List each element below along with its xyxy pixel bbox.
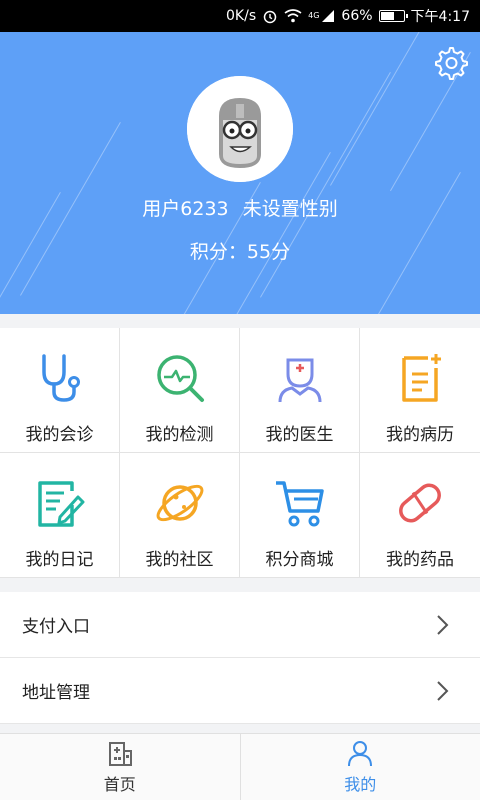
clock: 下午4:17: [410, 9, 470, 25]
status-bar: 0K/s 4G 66% 下午4:17: [0, 0, 480, 32]
alarm-icon: [262, 8, 278, 24]
grid-item-community[interactable]: 我的社区: [120, 453, 240, 578]
diary-icon: [37, 481, 84, 527]
feature-grid: 我的会诊 我的检测 我的医生 我的病历 我的日记 我的社区 积分商城 我的药品: [0, 328, 480, 578]
grid-item-label: 我的药品: [386, 550, 454, 570]
chevron-right-icon: [437, 680, 449, 701]
gender-label[interactable]: 未设置性别: [243, 198, 338, 220]
chevron-right-icon: [437, 614, 449, 635]
username: 用户6233: [142, 198, 229, 220]
list-item-address[interactable]: 地址管理: [0, 658, 480, 724]
grid-item-diary[interactable]: 我的日记: [0, 453, 120, 578]
tab-label: 首页: [103, 775, 136, 794]
list-item-label: 地址管理: [22, 683, 90, 703]
settings-gear-icon[interactable]: [432, 44, 468, 80]
grid-item-label: 我的病历: [386, 425, 454, 445]
cart-icon: [275, 481, 324, 527]
grid-item-label: 我的检测: [145, 425, 214, 445]
grid-item-label: 我的社区: [145, 550, 214, 570]
medical-record-icon: [402, 354, 441, 402]
profile-icon: [348, 741, 373, 767]
network-speed: 0K/s: [226, 8, 257, 24]
wifi-icon: [284, 9, 302, 23]
settings-list: 支付入口 地址管理: [0, 592, 480, 724]
grid-item-label: 积分商城: [265, 550, 334, 570]
list-item-label: 支付入口: [22, 617, 90, 637]
grid-item-doctor[interactable]: 我的医生: [240, 328, 360, 453]
network-type: 4G: [308, 11, 320, 20]
grid-item-points-mall[interactable]: 积分商城: [240, 453, 360, 578]
home-building-icon: [108, 742, 132, 766]
grid-item-detection[interactable]: 我的检测: [120, 328, 240, 453]
tab-home[interactable]: 首页: [0, 734, 240, 800]
bottom-tab-bar: 首页 我的: [0, 733, 480, 800]
doctor-icon: [278, 358, 321, 403]
battery-icon: [378, 10, 408, 22]
grid-item-label: 我的会诊: [25, 425, 94, 445]
magnifier-pulse-icon: [156, 355, 204, 402]
tab-label: 我的: [344, 775, 377, 794]
points-text: 积分：55分: [189, 241, 291, 263]
grid-item-medicine[interactable]: 我的药品: [360, 453, 480, 578]
grid-item-consultation[interactable]: 我的会诊: [0, 328, 120, 453]
profile-header: 用户6233 未设置性别 积分：55分: [0, 32, 480, 314]
user-info: 用户6233 未设置性别: [0, 194, 480, 221]
tab-mine[interactable]: 我的: [239, 734, 480, 800]
battery-percent: 66%: [341, 8, 373, 24]
list-item-payment[interactable]: 支付入口: [0, 592, 480, 658]
grid-item-label: 我的医生: [265, 425, 334, 445]
pill-icon: [399, 483, 441, 523]
signal-icon: 4G: [308, 9, 335, 23]
avatar[interactable]: [187, 76, 293, 182]
planet-icon: [156, 484, 203, 522]
grid-item-label: 我的日记: [25, 550, 94, 570]
grid-item-record[interactable]: 我的病历: [360, 328, 480, 453]
stethoscope-icon: [41, 354, 80, 402]
